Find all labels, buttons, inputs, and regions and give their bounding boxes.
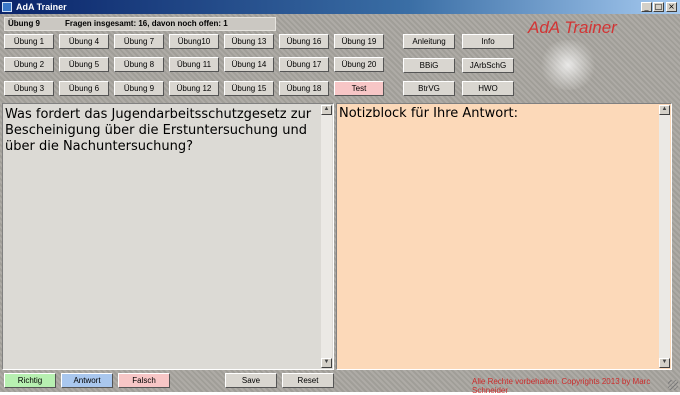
falsch-button[interactable]: Falsch bbox=[118, 373, 170, 388]
question-scrollbar[interactable]: ▲ ▼ bbox=[321, 105, 332, 368]
notepad-textbox[interactable]: Notizblock für Ihre Antwort: ▲ ▼ bbox=[336, 103, 672, 370]
status-bar: Übung 9 Fragen insgesamt: 16, davon noch… bbox=[4, 17, 276, 31]
exercise-button-17[interactable]: Übung 17 bbox=[279, 57, 329, 72]
exercise-button-1[interactable]: Übung 1 bbox=[4, 34, 54, 49]
exercise-button-7[interactable]: Übung 7 bbox=[114, 34, 164, 49]
notepad-label: Notizblock für Ihre Antwort: bbox=[339, 106, 519, 121]
anleitung-button[interactable]: Anleitung bbox=[403, 34, 455, 49]
app-icon bbox=[2, 2, 12, 12]
test-button[interactable]: Test bbox=[334, 81, 384, 96]
scroll-down-icon[interactable]: ▼ bbox=[659, 358, 670, 368]
scroll-up-icon[interactable]: ▲ bbox=[321, 105, 332, 115]
question-textbox[interactable]: Was fordert das Jugendarbeitsschutzgeset… bbox=[2, 103, 334, 370]
questions-status: Fragen insgesamt: 16, davon noch offen: … bbox=[65, 19, 228, 28]
save-button[interactable]: Save bbox=[225, 373, 277, 388]
exercise-button-4[interactable]: Übung 4 bbox=[59, 34, 109, 49]
logo-glow bbox=[538, 40, 598, 90]
exercise-button-5[interactable]: Übung 5 bbox=[59, 57, 109, 72]
bbig-button[interactable]: BBiG bbox=[403, 58, 455, 73]
current-exercise-label: Übung 9 bbox=[8, 19, 40, 28]
minimize-icon[interactable]: _ bbox=[641, 2, 652, 12]
exercise-button-16[interactable]: Übung 16 bbox=[279, 34, 329, 49]
exercise-button-14[interactable]: Übung 14 bbox=[224, 57, 274, 72]
copyright-text: Alle Rechte vorbehalten. Copyrights 2013… bbox=[472, 377, 651, 395]
antwort-button[interactable]: Antwort bbox=[61, 373, 113, 388]
btrvg-button[interactable]: BtrVG bbox=[403, 81, 455, 96]
window-title: AdA Trainer bbox=[16, 2, 67, 12]
richtig-button[interactable]: Richtig bbox=[4, 373, 56, 388]
app-logo: AdA Trainer bbox=[528, 18, 617, 37]
exercise-button-19[interactable]: Übung 19 bbox=[334, 34, 384, 49]
exercise-button-10[interactable]: Übung10 bbox=[169, 34, 219, 49]
info-button[interactable]: Info bbox=[462, 34, 514, 49]
exercise-button-8[interactable]: Übung 8 bbox=[114, 57, 164, 72]
exercise-button-3[interactable]: Übung 3 bbox=[4, 81, 54, 96]
exercise-button-2[interactable]: Übung 2 bbox=[4, 57, 54, 72]
exercise-button-18[interactable]: Übung 18 bbox=[279, 81, 329, 96]
title-bar: AdA Trainer _ □ × bbox=[0, 0, 680, 14]
exercise-button-20[interactable]: Übung 20 bbox=[334, 57, 384, 72]
scroll-down-icon[interactable]: ▼ bbox=[321, 358, 332, 368]
app-window: AdA Trainer _ □ × Übung 9 Fragen insgesa… bbox=[0, 0, 680, 395]
resize-grip-icon[interactable] bbox=[668, 380, 678, 390]
jarbschg-button[interactable]: JArbSchG bbox=[462, 58, 514, 73]
exercise-button-9[interactable]: Übung 9 bbox=[114, 81, 164, 96]
exercise-button-6[interactable]: Übung 6 bbox=[59, 81, 109, 96]
notepad-scrollbar[interactable]: ▲ ▼ bbox=[659, 105, 670, 368]
close-icon[interactable]: × bbox=[666, 2, 677, 12]
exercise-button-13[interactable]: Übung 13 bbox=[224, 34, 274, 49]
exercise-button-11[interactable]: Übung 11 bbox=[169, 57, 219, 72]
question-text: Was fordert das Jugendarbeitsschutzgeset… bbox=[5, 107, 312, 154]
maximize-icon[interactable]: □ bbox=[653, 2, 664, 12]
scroll-up-icon[interactable]: ▲ bbox=[659, 105, 670, 115]
reset-button[interactable]: Reset bbox=[282, 373, 334, 388]
exercise-button-15[interactable]: Übung 15 bbox=[224, 81, 274, 96]
exercise-button-12[interactable]: Übung 12 bbox=[169, 81, 219, 96]
hwo-button[interactable]: HWO bbox=[462, 81, 514, 96]
